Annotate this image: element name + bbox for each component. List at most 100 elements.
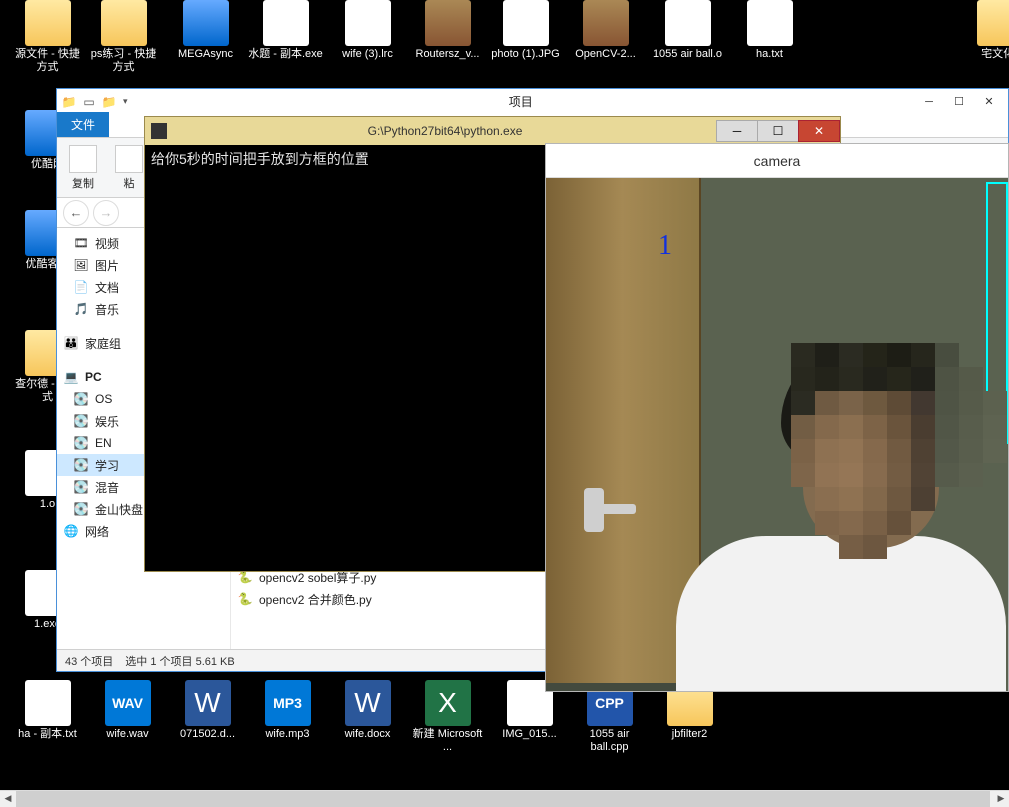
desktop-icon[interactable]: photo (1).JPG (488, 0, 563, 61)
person (676, 288, 1008, 691)
desktop-icon[interactable]: ps练习 - 快捷方式 (86, 0, 161, 74)
paste-icon (115, 145, 143, 173)
tree-item-icon: 💽 (73, 391, 89, 407)
camera-feed: 1 (546, 178, 1008, 691)
desktop-icon-glyph: W (345, 680, 391, 726)
desktop-icon[interactable]: 1055 air ball.o (650, 0, 725, 61)
tree-item-label: 音乐 (95, 301, 119, 318)
desktop-icon-label: ha.txt (732, 48, 807, 61)
ribbon-paste-label: 粘 (124, 175, 135, 191)
desktop-icon-glyph (747, 0, 793, 46)
desktop-icon[interactable]: MEGAsync (168, 0, 243, 61)
tree-item-label: 学习 (95, 457, 119, 474)
desktop-icon-glyph (665, 0, 711, 46)
desktop-icon-label: wife.mp3 (250, 728, 325, 741)
nav-back-button[interactable]: ← (63, 200, 89, 226)
desktop-icon-label: 宅文化- (962, 48, 1009, 61)
desktop-icon[interactable]: ha.txt (732, 0, 807, 61)
desktop-icon[interactable]: 源文件 - 快捷方式 (10, 0, 85, 74)
desktop-icon[interactable]: wife (3).lrc (330, 0, 405, 61)
tree-item-icon: 🌐 (63, 523, 79, 539)
qat-properties-icon[interactable]: ▭ (81, 94, 97, 110)
console-titlebar[interactable]: G:\Python27bit64\python.exe ─ ☐ ✕ (145, 117, 840, 145)
desktop-icon[interactable]: 宅文化- (962, 0, 1009, 61)
qat-newfolder-icon[interactable]: 📁 (101, 94, 117, 110)
desktop-icon-glyph: X (425, 680, 471, 726)
console-minimize-button[interactable]: ─ (716, 120, 758, 142)
desktop-icon-label: 源文件 - 快捷方式 (10, 48, 85, 74)
tree-item-icon: 💽 (73, 457, 89, 473)
tree-item-icon: 💽 (73, 501, 89, 517)
desktop-icon[interactable]: X新建 Microsoft ... (410, 680, 485, 754)
desktop-icon-glyph (345, 0, 391, 46)
desktop-icon-glyph (977, 0, 1009, 46)
tree-item-label: 娱乐 (95, 413, 119, 430)
desktop-icon[interactable]: WAV wife.wav (90, 680, 165, 741)
desktop-icon-label: OpenCV-2... (568, 48, 643, 61)
desktop-icon-label: jbfilter2 (652, 728, 727, 741)
desktop-icon-label: wife.wav (90, 728, 165, 741)
status-selection: 选中 1 个项目 5.61 KB (125, 653, 234, 669)
close-button[interactable]: ✕ (974, 92, 1004, 112)
minimize-button[interactable]: ─ (914, 92, 944, 112)
desktop-icon-glyph: WAV (105, 680, 151, 726)
file-name: opencv2 合并颜色.py (259, 591, 372, 608)
tree-item-label: 金山快盘 (95, 501, 143, 518)
desktop-icon-label: MEGAsync (168, 48, 243, 61)
desktop-icon-glyph (503, 0, 549, 46)
scroll-left-icon[interactable]: ◀ (0, 791, 16, 807)
nav-forward-button[interactable]: → (93, 200, 119, 226)
console-icon (151, 123, 167, 139)
ribbon-copy-button[interactable]: 复制 (63, 141, 103, 194)
tree-item-label: 视频 (95, 235, 119, 252)
tree-item-icon: 🎞 (73, 235, 89, 251)
explorer-title: 项目 (128, 93, 914, 110)
desktop-icon-label: 1055 air ball.o (650, 48, 725, 61)
tree-item-label: 网络 (85, 523, 109, 540)
desktop-icon-label: wife.docx (330, 728, 405, 741)
status-item-count: 43 个项目 (65, 653, 113, 669)
tree-item-icon: 💻 (63, 369, 79, 385)
tree-item-icon: 📄 (73, 279, 89, 295)
explorer-titlebar[interactable]: 📁 ▭ 📁 ▾ 项目 ─ ☐ ✕ (57, 89, 1008, 114)
desktop-icon[interactable]: MP3wife.mp3 (250, 680, 325, 741)
tree-item-label: 文档 (95, 279, 119, 296)
console-maximize-button[interactable]: ☐ (757, 120, 799, 142)
tree-item-icon: 🎵 (73, 301, 89, 317)
scroll-track[interactable] (16, 791, 993, 807)
desktop-icon-label: wife (3).lrc (330, 48, 405, 61)
desktop-icon[interactable]: Routersz_v... (410, 0, 485, 61)
tree-item-icon: 💽 (73, 479, 89, 495)
maximize-button[interactable]: ☐ (944, 92, 974, 112)
scroll-right-icon[interactable]: ▶ (993, 791, 1009, 807)
desktop-icon-glyph (583, 0, 629, 46)
camera-title: camera (546, 144, 1008, 178)
python-file-icon: 🐍 (237, 591, 253, 607)
desktop-icon[interactable]: OpenCV-2... (568, 0, 643, 61)
desktop-icon-label: 071502.d... (170, 728, 245, 741)
tree-item-icon: 🖼 (73, 257, 89, 273)
console-close-button[interactable]: ✕ (798, 120, 840, 142)
desktop-icon-label: Routersz_v... (410, 48, 485, 61)
desktop-icon-label: ps练习 - 快捷方式 (86, 48, 161, 74)
ribbon-paste-button[interactable]: 粘 (109, 141, 149, 194)
desktop-icon[interactable]: ha - 副本.txt (10, 680, 85, 741)
desktop-icon[interactable]: 水题 - 副本.exe (248, 0, 323, 61)
desktop-icon[interactable]: Wwife.docx (330, 680, 405, 741)
desktop-icon[interactable]: W071502.d... (170, 680, 245, 741)
tree-item-icon: 💽 (73, 413, 89, 429)
console-title: G:\Python27bit64\python.exe (173, 124, 717, 138)
tree-item-label: 混音 (95, 479, 119, 496)
page-h-scrollbar[interactable]: ◀ ▶ (0, 790, 1009, 806)
tree-item-label: PC (85, 370, 102, 384)
desktop-icon-glyph (425, 0, 471, 46)
desktop-icon-label: IMG_015... (492, 728, 567, 741)
tab-file[interactable]: 文件 (57, 112, 109, 137)
tree-item-icon: 💽 (73, 435, 89, 451)
folder-icon: 📁 (61, 94, 77, 110)
tree-item-label: EN (95, 436, 112, 450)
desktop-icon-glyph (101, 0, 147, 46)
camera-annotation: 1 (658, 232, 672, 260)
scroll-thumb[interactable] (16, 791, 990, 807)
desktop-icon-label: 1055 air ball.cpp (572, 728, 647, 754)
